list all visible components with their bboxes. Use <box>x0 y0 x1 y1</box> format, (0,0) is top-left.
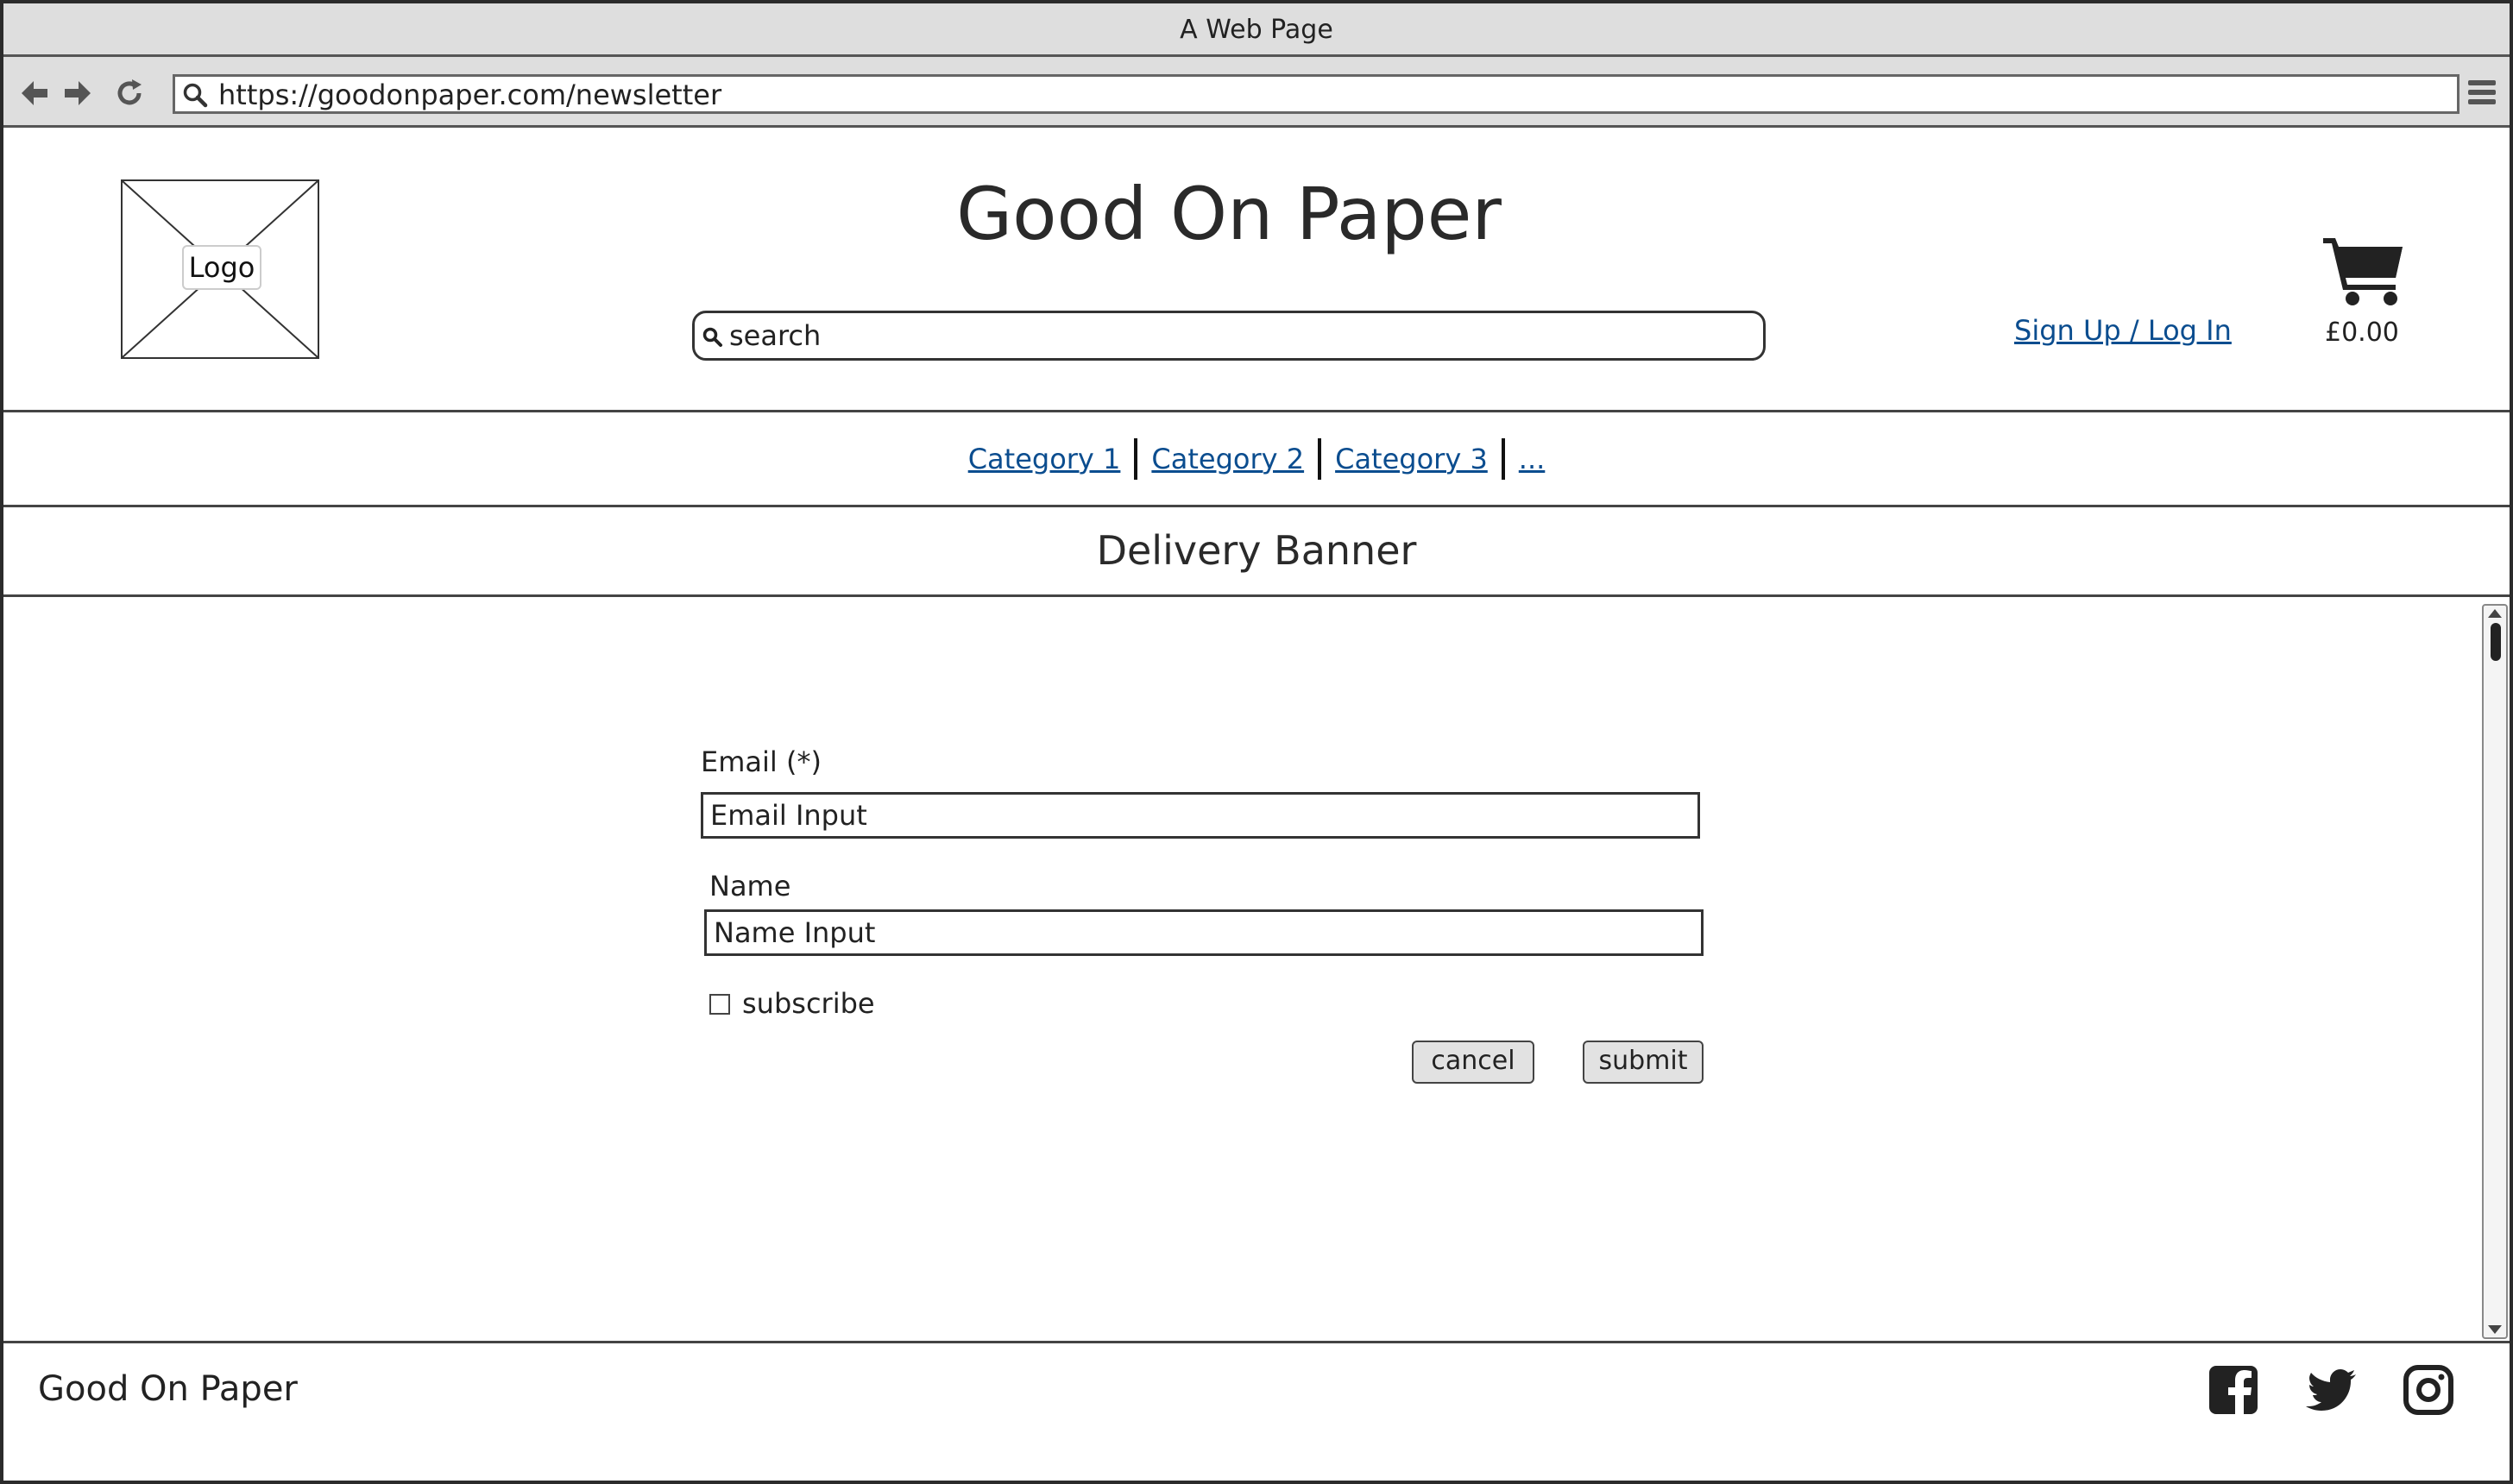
category-link-3[interactable]: Category 3 <box>1321 443 1502 475</box>
logo-label: Logo <box>182 245 261 290</box>
name-label: Name <box>709 870 791 902</box>
cart-total: £0.00 <box>2325 318 2399 348</box>
vertical-scrollbar[interactable] <box>2482 604 2508 1339</box>
hamburger-menu-icon[interactable] <box>2466 78 2497 107</box>
cancel-button[interactable]: cancel <box>1412 1041 1534 1084</box>
address-bar[interactable]: https://goodonpaper.com/newsletter <box>173 74 2459 114</box>
name-field[interactable] <box>704 909 1704 956</box>
instagram-icon[interactable] <box>2401 1362 2456 1418</box>
newsletter-content: Email (*) Name subscribe cancel submit <box>3 597 2510 1341</box>
category-nav: Category 1 Category 2 Category 3 ... <box>3 412 2510 507</box>
subscribe-label: subscribe <box>742 987 875 1020</box>
scroll-thumb[interactable] <box>2491 623 2501 661</box>
search-bar[interactable] <box>692 311 1766 361</box>
scroll-up-icon[interactable] <box>2488 609 2502 618</box>
facebook-icon[interactable] <box>2206 1362 2261 1418</box>
url-text: https://goodonpaper.com/newsletter <box>218 79 722 111</box>
footer-brand: Good On Paper <box>38 1369 298 1409</box>
category-link-1[interactable]: Category 1 <box>954 443 1135 475</box>
browser-toolbar: https://goodonpaper.com/newsletter <box>3 57 2510 128</box>
email-field[interactable] <box>701 792 1700 839</box>
window-title: A Web Page <box>3 3 2510 57</box>
back-arrow-icon[interactable] <box>17 76 52 110</box>
twitter-icon[interactable] <box>2304 1362 2359 1418</box>
search-icon <box>702 327 722 347</box>
shopping-cart-icon[interactable] <box>2321 233 2408 307</box>
email-label: Email (*) <box>701 745 822 778</box>
submit-button[interactable]: submit <box>1583 1041 1704 1084</box>
search-input[interactable] <box>729 317 1748 355</box>
category-link-2[interactable]: Category 2 <box>1137 443 1318 475</box>
search-icon <box>183 83 208 108</box>
category-link-more[interactable]: ... <box>1505 443 1559 475</box>
logo-placeholder[interactable]: Logo <box>121 179 319 359</box>
reload-icon[interactable] <box>112 76 147 110</box>
site-header: Logo Good On Paper Sign Up / Log In £0.0… <box>3 128 2510 412</box>
signup-login-link[interactable]: Sign Up / Log In <box>2014 314 2232 347</box>
site-footer: Good On Paper <box>3 1341 2510 1484</box>
site-title: Good On Paper <box>956 172 1502 256</box>
subscribe-checkbox[interactable] <box>709 994 730 1015</box>
forward-arrow-icon[interactable] <box>60 76 95 110</box>
scroll-down-icon[interactable] <box>2488 1325 2502 1334</box>
browser-window: A Web Page https://goodonpaper.com/newsl… <box>0 0 2513 1484</box>
delivery-banner: Delivery Banner <box>3 507 2510 597</box>
